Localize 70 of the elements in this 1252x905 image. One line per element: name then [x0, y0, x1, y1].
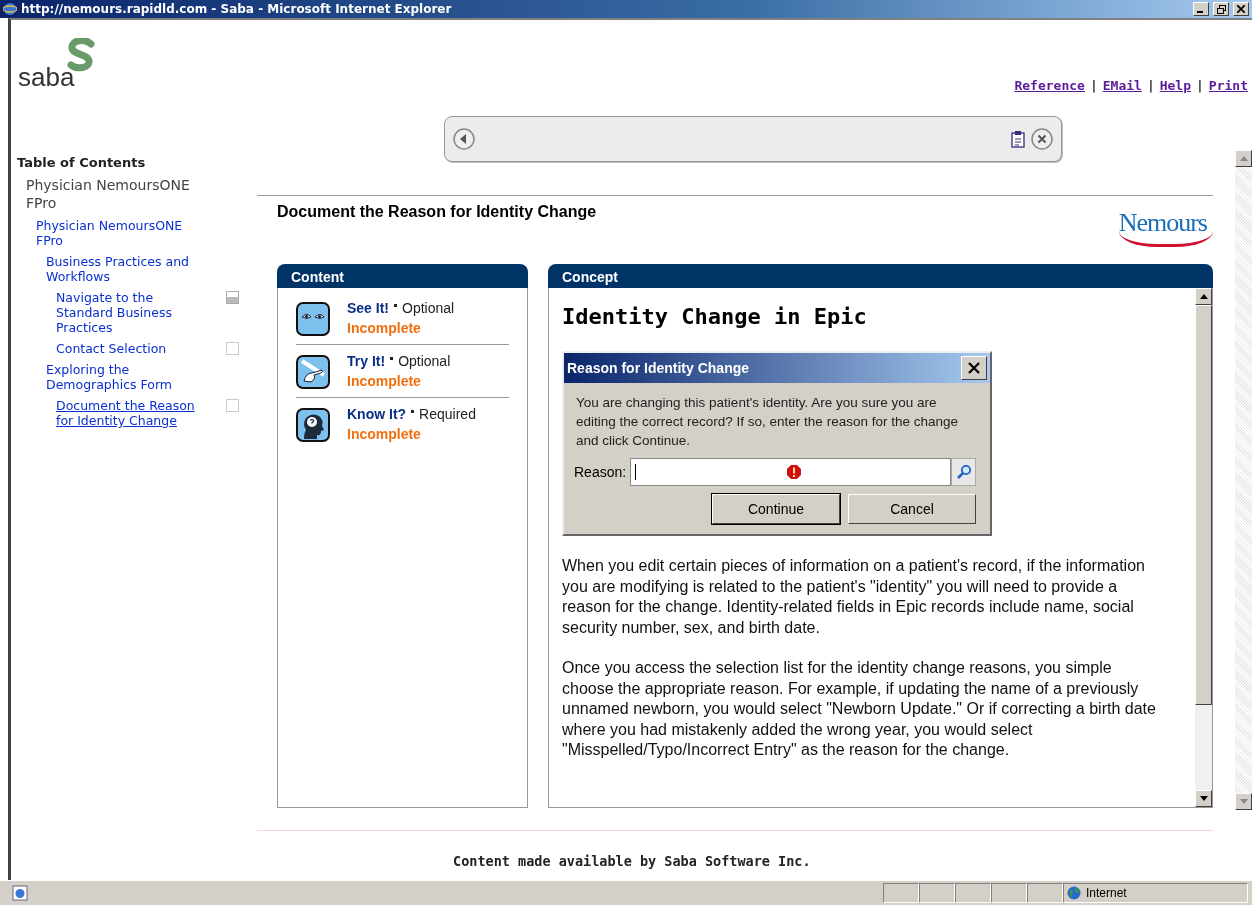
footer-text: Content made available by Saba Software Inc.: [452, 852, 812, 869]
toc-item[interactable]: Exploring the Demographics Form: [46, 362, 196, 392]
back-button-icon[interactable]: [453, 128, 475, 150]
bullet-icon: [394, 303, 397, 307]
concept-paragraph: Once you access the selection list for the identity change reasons, you simple choose the appropriate reason. For example, if updating the name of a previously unnamed newborn, you would select "Newborn Update." Or if correcting a birth date where you had mistakenly added the wrong year, you would select "Misspelled/Typo/Incorrect Entry" as the reason for the change.: [562, 658, 1157, 760]
status-panel: [955, 883, 991, 903]
nemours-logo: Nemours: [1118, 208, 1213, 247]
close-icon: [968, 362, 980, 374]
restore-icon: [1216, 4, 1226, 14]
header-link[interactable]: Help: [1159, 78, 1192, 98]
scrollbar[interactable]: [1195, 288, 1212, 807]
saba-logo: saba: [18, 62, 75, 93]
dialog-message: You are changing this patient's identity. Are you sure you are editing the correct record? If so, enter the reason for the change and click Continue.: [575, 394, 959, 450]
eye-icon[interactable]: [296, 302, 330, 336]
page-icon: [12, 885, 28, 901]
toc-item[interactable]: Navigate to the Standard Business Practices: [56, 290, 206, 335]
bullet-icon: [390, 356, 394, 360]
close-icon[interactable]: [1031, 128, 1053, 150]
field-label: Reason:: [574, 464, 627, 480]
header-link[interactable]: Reference: [1014, 78, 1085, 98]
search-icon: [955, 464, 972, 480]
close-button[interactable]: [1233, 2, 1249, 16]
activity-link[interactable]: See It!: [347, 300, 389, 316]
status-panel: [883, 883, 919, 903]
panel-header: Content: [277, 264, 528, 288]
concept-heading: Identity Change in Epic: [562, 304, 868, 329]
status-label: Incomplete: [347, 320, 422, 336]
toc-item[interactable]: Business Practices and Workflows: [46, 254, 196, 284]
page-title: Document the Reason for Identity Change: [277, 203, 597, 222]
header-link[interactable]: EMail: [1102, 78, 1142, 98]
window-title: http://nemours.rapidld.com - Saba - Microsoft Internet Explorer: [21, 2, 452, 16]
concept-paragraph: When you edit certain pieces of information on a patient's record, if the information you are modifying is related to the patient's "identity" you will need to provide a reason for the change. Identity-related fields in Epic records include name, social security number, sex, and birth date.: [562, 556, 1146, 638]
activity-link[interactable]: Try It!: [347, 353, 386, 369]
status-label: Incomplete: [347, 426, 422, 442]
reason-field[interactable]: [630, 458, 951, 486]
link-separator: |: [1146, 78, 1155, 95]
search-button[interactable]: [951, 458, 976, 486]
toc-item[interactable]: Document the Reason for Identity Change: [56, 398, 206, 428]
head-question-icon[interactable]: [296, 408, 330, 442]
status-panel: [919, 883, 955, 903]
clipboard-icon[interactable]: [1011, 130, 1025, 148]
close-button[interactable]: [961, 356, 987, 380]
bullet-icon: [411, 409, 415, 413]
restore-button[interactable]: [1213, 2, 1229, 16]
header-link[interactable]: Print: [1208, 78, 1248, 98]
panel-header: Concept: [548, 264, 1213, 288]
requirement-label: Optional: [398, 353, 451, 369]
close-icon: [1237, 5, 1245, 13]
status-label: Incomplete: [347, 373, 422, 389]
toc-item[interactable]: Contact Selection: [56, 341, 167, 356]
requirement-label: Required: [419, 406, 476, 422]
requirement-label: Optional: [402, 300, 455, 316]
minimize-button[interactable]: [1193, 2, 1209, 16]
scroll-down-icon[interactable]: [1199, 796, 1208, 801]
toc-item[interactable]: Physician NemoursONE FPro: [36, 218, 186, 248]
dialog-button[interactable]: Continue: [712, 494, 840, 524]
activity-link[interactable]: Know It?: [347, 406, 407, 422]
status-panel: [991, 883, 1027, 903]
link-separator: |: [1089, 78, 1098, 95]
dialog-button[interactable]: Cancel: [848, 494, 976, 524]
dialog-title: Reason for Identity Change: [567, 360, 750, 376]
browser-icon: [3, 2, 17, 16]
toc-title: Table of Contents: [16, 155, 147, 170]
globe-icon: [1067, 886, 1081, 900]
link-separator: |: [1196, 78, 1204, 95]
zone-label: Internet: [1086, 886, 1127, 900]
toc-item[interactable]: Physician NemoursONE FPro: [26, 176, 216, 212]
error-icon: [786, 464, 803, 480]
pointing-hand-icon[interactable]: [296, 355, 330, 389]
scroll-up-icon[interactable]: [1199, 294, 1208, 299]
